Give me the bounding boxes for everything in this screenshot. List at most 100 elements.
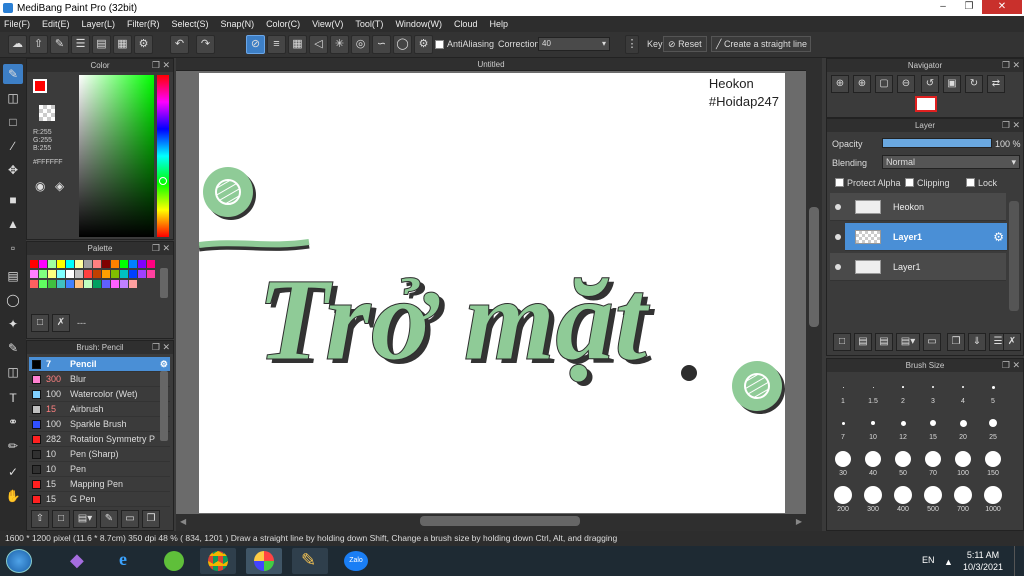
panel-close-icon[interactable]: ❐ ✕ xyxy=(1002,359,1020,372)
palette-swatch[interactable] xyxy=(39,280,47,288)
palette-scrollbar[interactable] xyxy=(160,268,168,298)
bucket-tool-icon[interactable]: ▲ xyxy=(3,214,23,234)
menu-tool[interactable]: Tool(T) xyxy=(355,19,383,29)
brush-size-dot[interactable] xyxy=(989,419,997,427)
brush-size-dot[interactable] xyxy=(900,420,906,426)
gradient-tool-icon[interactable]: ▫ xyxy=(3,238,23,258)
brush-scrollbar[interactable] xyxy=(160,371,168,441)
navigator-preview[interactable] xyxy=(915,96,937,112)
protect-alpha-checkbox[interactable] xyxy=(835,178,844,187)
hue-slider[interactable] xyxy=(157,75,169,237)
palette-swatch[interactable] xyxy=(111,260,119,268)
brush-item[interactable]: 15 G Pen xyxy=(29,492,170,507)
panel-close-icon[interactable]: ❐ ✕ xyxy=(152,341,170,354)
language-indicator[interactable]: EN xyxy=(922,555,935,565)
color-picker-icon[interactable]: ◈ xyxy=(55,179,64,193)
correction-select[interactable]: 40 ▾ xyxy=(538,37,610,51)
list-icon[interactable]: ☰ xyxy=(71,35,90,54)
add-palette-icon[interactable]: □ xyxy=(31,314,49,332)
brush-size-dot[interactable] xyxy=(902,386,904,388)
folder-icon[interactable]: ▭ xyxy=(923,333,941,351)
add-layer-menu-icon[interactable]: ▤▾ xyxy=(896,333,920,351)
move-tool-icon[interactable]: ✥ xyxy=(3,160,23,180)
brush-size-dot[interactable] xyxy=(932,386,934,388)
menu-cloud[interactable]: Cloud xyxy=(454,19,478,29)
brush-size-dot[interactable] xyxy=(925,451,941,467)
share-icon[interactable]: ⇧ xyxy=(29,35,48,54)
menu-window[interactable]: Window(W) xyxy=(395,19,442,29)
menu-view[interactable]: View(V) xyxy=(312,19,343,29)
palette-swatch[interactable] xyxy=(129,270,137,278)
brush-size-dot[interactable] xyxy=(924,486,942,504)
layer-row-selected[interactable]: Layer1 ⚙ xyxy=(845,223,1007,251)
fill-rect-tool-icon[interactable]: ■ xyxy=(3,190,23,210)
palette-swatch[interactable] xyxy=(75,260,83,268)
palette-swatch[interactable] xyxy=(102,260,110,268)
cloud-icon[interactable]: ☁ xyxy=(8,35,27,54)
circle-snap-icon[interactable]: ◎ xyxy=(351,35,370,54)
menu-filter[interactable]: Filter(R) xyxy=(127,19,160,29)
palette-swatch[interactable] xyxy=(30,260,38,268)
clipping-checkbox[interactable] xyxy=(905,178,914,187)
duplicate-layer-icon[interactable]: ❐ xyxy=(947,333,965,351)
visual-studio-icon[interactable]: ◆ xyxy=(60,548,96,574)
balloon-tool-icon[interactable]: ⚭ xyxy=(3,412,23,432)
brush-size-dot[interactable] xyxy=(895,451,911,467)
palette-swatch[interactable] xyxy=(66,280,74,288)
antialiasing-checkbox[interactable] xyxy=(435,40,444,49)
paint-icon[interactable]: ✎ xyxy=(292,548,328,574)
close-button[interactable]: ✕ xyxy=(982,0,1022,14)
grid-doc-icon[interactable]: ▦ xyxy=(113,35,132,54)
primary-color-swatch[interactable] xyxy=(33,79,47,93)
ellipse-snap-icon[interactable]: ◯ xyxy=(393,35,412,54)
palette-swatch[interactable] xyxy=(57,280,65,288)
palette-swatch[interactable] xyxy=(111,270,119,278)
brush-size-dot[interactable] xyxy=(894,486,912,504)
radial-snap-icon[interactable]: ✳ xyxy=(330,35,349,54)
straight-line-button[interactable]: ╱ Create a straight line xyxy=(711,36,811,52)
brush-size-dot[interactable] xyxy=(984,486,1002,504)
restore-button[interactable]: ❐ xyxy=(956,0,982,14)
brush-settings-icon[interactable]: ✎ xyxy=(100,510,118,528)
palette-swatch[interactable] xyxy=(30,270,38,278)
brush-size-dot[interactable] xyxy=(954,486,972,504)
brush-item[interactable]: 10 Pen xyxy=(29,462,170,477)
palette-icon[interactable]: ◉ xyxy=(35,179,45,193)
palette-swatch[interactable] xyxy=(48,280,56,288)
tray-arrow-icon[interactable]: ▲ xyxy=(944,557,953,567)
menu-color[interactable]: Color(C) xyxy=(266,19,300,29)
rect-tool-icon[interactable]: □ xyxy=(3,112,23,132)
brush-item[interactable]: 282 Rotation Symmetry P xyxy=(29,432,170,447)
medibang-taskbar-icon[interactable] xyxy=(246,548,282,574)
perspective-snap-icon[interactable]: ◁ xyxy=(309,35,328,54)
menu-help[interactable]: Help xyxy=(489,19,508,29)
select-eraser-tool-icon[interactable]: ◫ xyxy=(3,362,23,382)
menu-select[interactable]: Select(S) xyxy=(172,19,209,29)
reset-button[interactable]: ⊘ Reset xyxy=(663,36,707,52)
brush-add-icon[interactable]: ▤▾ xyxy=(73,510,97,528)
pin-icon[interactable]: ⋮ xyxy=(625,35,639,54)
palette-swatch[interactable] xyxy=(129,280,137,288)
panel-close-icon[interactable]: ❐ ✕ xyxy=(152,59,170,72)
eraser-tool-icon[interactable]: ◫ xyxy=(3,88,23,108)
reset-view-icon[interactable]: ▣ xyxy=(943,75,961,93)
menu-file[interactable]: File(F) xyxy=(4,19,30,29)
brush-item[interactable]: 15 Airbrush xyxy=(29,402,170,417)
palette-swatch[interactable] xyxy=(120,270,128,278)
brush-size-dot[interactable] xyxy=(864,486,882,504)
saturation-value-picker[interactable] xyxy=(79,75,154,237)
delete-palette-icon[interactable]: ✗ xyxy=(52,314,70,332)
zoom-in-alt-icon[interactable]: ⊕ xyxy=(853,75,871,93)
brush-size-dot[interactable] xyxy=(955,451,971,467)
redo-icon[interactable]: ↷ xyxy=(196,35,215,54)
brush-folder-icon[interactable]: ▭ xyxy=(121,510,139,528)
brush-size-dot[interactable] xyxy=(985,451,1001,467)
document-tab[interactable]: Untitled xyxy=(176,58,806,71)
brush-size-dot[interactable] xyxy=(835,451,851,467)
menu-edit[interactable]: Edit(E) xyxy=(42,19,70,29)
lasso-tool-icon[interactable]: ◯ xyxy=(3,290,23,310)
internet-explorer-icon[interactable]: e xyxy=(108,548,144,574)
palette-swatch[interactable] xyxy=(48,270,56,278)
undo-icon[interactable]: ↶ xyxy=(170,35,189,54)
brush-size-dot[interactable] xyxy=(959,419,967,427)
